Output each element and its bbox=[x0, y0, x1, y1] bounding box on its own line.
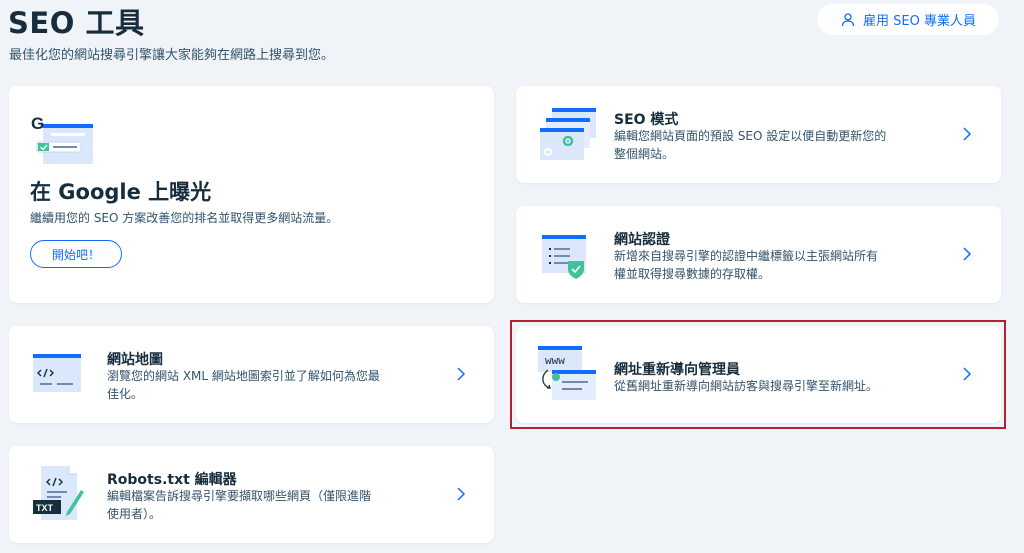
chevron-right-icon bbox=[963, 247, 972, 261]
card-description: 瀏覽您的網站 XML 網站地圖索引並了解如何為您最 bbox=[107, 369, 380, 383]
google-g-letter: G bbox=[31, 115, 44, 133]
card-description: 權並取得搜尋數據的存取權。 bbox=[614, 267, 771, 281]
page-subtitle: 最佳化您的網站搜尋引擎讓大家能夠在網路上搜尋到您。 bbox=[9, 48, 335, 63]
hire-seo-expert-button[interactable]: 雇用 SEO 專業人員 bbox=[817, 4, 999, 35]
site-verification-icon bbox=[542, 235, 586, 279]
chevron-right-icon bbox=[457, 487, 466, 501]
page-title: SEO 工具 bbox=[8, 6, 145, 40]
google-visibility-card: G 在 Google 上曝光 繼續用您的 SEO 方案改善您的排名並取得更多網站… bbox=[9, 86, 494, 303]
card-description: 新增來自搜尋引擎的認證中繼標籤以主張網站所有 bbox=[614, 249, 879, 263]
sitemap-icon bbox=[33, 354, 81, 392]
sitemap-card[interactable]: 網站地圖 瀏覽您的網站 XML 網站地圖索引並了解如何為您最 佳化。 bbox=[9, 326, 494, 423]
card-title: SEO 模式 bbox=[614, 112, 679, 128]
hero-description: 繼續用您的 SEO 方案改善您的排名並取得更多網站流量。 bbox=[30, 211, 339, 225]
hero-title: 在 Google 上曝光 bbox=[30, 180, 212, 204]
robots-txt-editor-card[interactable]: TXT Robots.txt 編輯器 編輯檔案告訴搜尋引擎要擷取哪些網頁（僅限進… bbox=[9, 446, 494, 543]
seo-settings-icon bbox=[540, 108, 596, 160]
highlight-frame bbox=[510, 320, 1006, 429]
site-verification-card[interactable]: 網站認證 新增來自搜尋引擎的認證中繼標籤以主張網站所有 權並取得搜尋數據的存取權… bbox=[516, 206, 1001, 303]
person-icon bbox=[841, 12, 855, 26]
txt-label: TXT bbox=[36, 503, 54, 513]
seo-settings-card[interactable]: SEO 模式 編輯您網站頁面的預設 SEO 設定以便自動更新您的 整個網站。 bbox=[516, 86, 1001, 183]
card-description: 編輯檔案告訴搜尋引擎要擷取哪些網頁（僅限進階 bbox=[107, 489, 372, 503]
robots-txt-icon: TXT bbox=[33, 466, 84, 520]
get-started-button[interactable]: 開始吧！ bbox=[30, 240, 122, 268]
google-search-icon: G bbox=[31, 115, 93, 164]
card-description: 使用者）。 bbox=[107, 507, 162, 521]
card-title: 網站地圖 bbox=[107, 352, 163, 368]
chevron-right-icon bbox=[963, 127, 972, 141]
card-description: 佳化。 bbox=[107, 387, 144, 401]
chevron-right-icon bbox=[457, 367, 466, 381]
card-description: 編輯您網站頁面的預設 SEO 設定以便自動更新您的 bbox=[614, 129, 887, 143]
card-title: Robots.txt 編輯器 bbox=[107, 472, 237, 488]
card-title: 網站認證 bbox=[614, 232, 670, 248]
card-description: 整個網站。 bbox=[614, 147, 675, 161]
hire-button-label: 雇用 SEO 專業人員 bbox=[863, 14, 976, 29]
